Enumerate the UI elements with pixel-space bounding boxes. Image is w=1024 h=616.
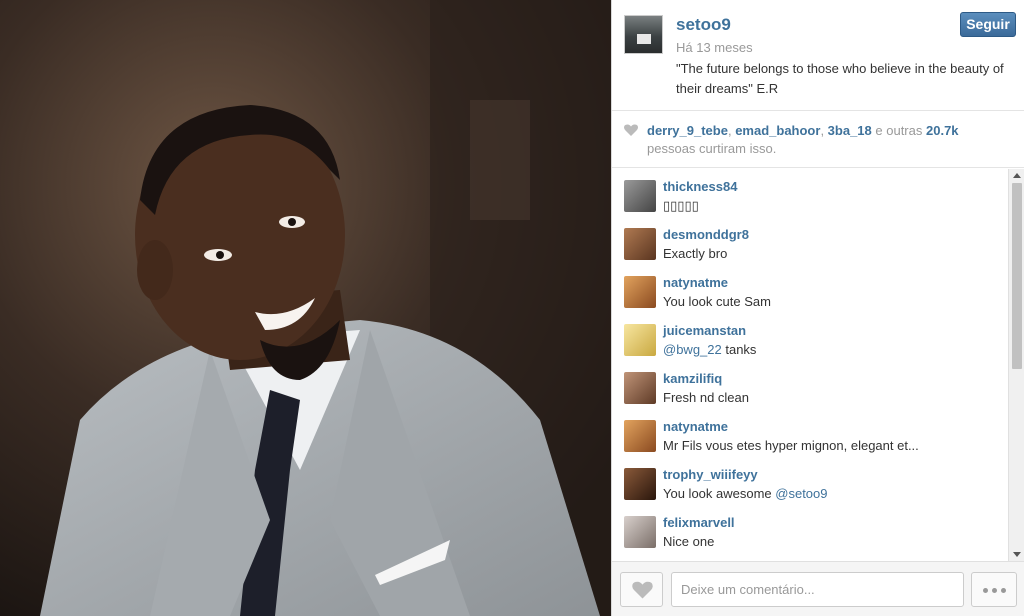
post-details-panel: setoo9 Há 13 meses "The future belongs t… xyxy=(611,0,1024,616)
comment-item: trophy_wiiifeyy You look awesome @setoo9 xyxy=(612,457,1008,501)
comment-item: juicemanstan @bwg_22 tanks xyxy=(612,313,1008,357)
comment-text: ▯▯▯▯▯ xyxy=(663,198,699,213)
comment-item: kamzilifiq Fresh nd clean xyxy=(612,361,1008,405)
likes-others-prefix: e outras xyxy=(875,123,923,138)
post-header: setoo9 Há 13 meses "The future belongs t… xyxy=(612,0,1024,111)
liker-link[interactable]: derry_9_tebe xyxy=(647,123,728,138)
liker-link[interactable]: 3ba_18 xyxy=(828,123,872,138)
commenter-username[interactable]: trophy_wiiifeyy xyxy=(663,467,758,482)
commenter-username[interactable]: thickness84 xyxy=(663,179,737,194)
comment-text: Fresh nd clean xyxy=(663,390,749,405)
liker-link[interactable]: emad_bahoor xyxy=(735,123,820,138)
commenter-avatar[interactable] xyxy=(624,516,656,548)
comment-text: Nice one xyxy=(663,534,715,549)
comment-text: Mr Fils vous etes hyper mignon, elegant … xyxy=(663,438,919,453)
likes-suffix: pessoas curtiram isso. xyxy=(647,141,777,156)
more-options-icon-dot xyxy=(991,588,997,593)
comment-footer xyxy=(612,561,1024,616)
more-options-button[interactable] xyxy=(971,572,1017,607)
scroll-up-icon[interactable] xyxy=(1013,173,1021,178)
post-caption: "The future belongs to those who believe… xyxy=(676,61,1004,96)
likes-summary: derry_9_tebe, emad_bahoor, 3ba_18 e outr… xyxy=(647,123,959,156)
photo-illustration xyxy=(0,0,611,616)
post-photo[interactable] xyxy=(0,0,611,616)
more-options-icon-dot xyxy=(1000,588,1006,593)
commenter-username[interactable]: desmonddgr8 xyxy=(663,227,749,242)
likes-count[interactable]: 20.7k xyxy=(926,123,959,138)
commenter-avatar[interactable] xyxy=(624,180,656,212)
heart-icon xyxy=(624,124,638,136)
more-options-icon xyxy=(982,588,988,593)
commenter-username[interactable]: kamzilifiq xyxy=(663,371,722,386)
avatar-sign-detail xyxy=(637,34,651,44)
comment-item: thickness84 ▯▯▯▯▯ xyxy=(612,169,1008,213)
likes-section: derry_9_tebe, emad_bahoor, 3ba_18 e outr… xyxy=(612,112,1024,168)
like-button[interactable] xyxy=(620,572,663,607)
comment-text: You look awesome @setoo9 xyxy=(663,486,828,501)
commenter-username[interactable]: juicemanstan xyxy=(663,323,746,338)
comment-item: natynatme Mr Fils vous etes hyper mignon… xyxy=(612,409,1008,453)
scroll-thumb[interactable] xyxy=(1012,183,1022,369)
commenter-username[interactable]: natynatme xyxy=(663,275,728,290)
commenter-avatar[interactable] xyxy=(624,228,656,260)
commenter-avatar[interactable] xyxy=(624,468,656,500)
heart-icon xyxy=(632,581,653,599)
commenter-avatar[interactable] xyxy=(624,420,656,452)
commenter-username[interactable]: felixmarvell xyxy=(663,515,735,530)
commenter-username[interactable]: natynatme xyxy=(663,419,728,434)
comment-item: natynatme You look cute Sam xyxy=(612,265,1008,309)
comments-list[interactable]: thickness84 ▯▯▯▯▯ desmonddgr8 Exactly br… xyxy=(612,169,1008,561)
comment-text: @bwg_22 tanks xyxy=(663,342,756,357)
follow-button[interactable]: Seguir xyxy=(960,12,1016,37)
scroll-down-icon[interactable] xyxy=(1013,552,1021,557)
author-username[interactable]: setoo9 xyxy=(676,15,731,35)
comment-input[interactable] xyxy=(671,572,964,607)
comment-item: felixmarvell Nice one xyxy=(612,505,1008,549)
comment-text-start: You look awesome xyxy=(663,486,776,501)
instagram-post-viewer: setoo9 Há 13 meses "The future belongs t… xyxy=(0,0,1024,616)
comment-text: You look cute Sam xyxy=(663,294,771,309)
commenter-avatar[interactable] xyxy=(624,372,656,404)
comment-text: Exactly bro xyxy=(663,246,728,261)
author-avatar[interactable] xyxy=(624,15,663,54)
mention-link[interactable]: @setoo9 xyxy=(775,486,827,501)
comment-text-rest: tanks xyxy=(721,342,757,357)
mention-link[interactable]: @bwg_22 xyxy=(663,342,722,357)
comments-scrollbar[interactable] xyxy=(1008,169,1024,561)
post-timestamp[interactable]: Há 13 meses xyxy=(676,40,753,55)
commenter-avatar[interactable] xyxy=(624,276,656,308)
commenter-avatar[interactable] xyxy=(624,324,656,356)
comment-item: desmonddgr8 Exactly bro xyxy=(612,217,1008,261)
